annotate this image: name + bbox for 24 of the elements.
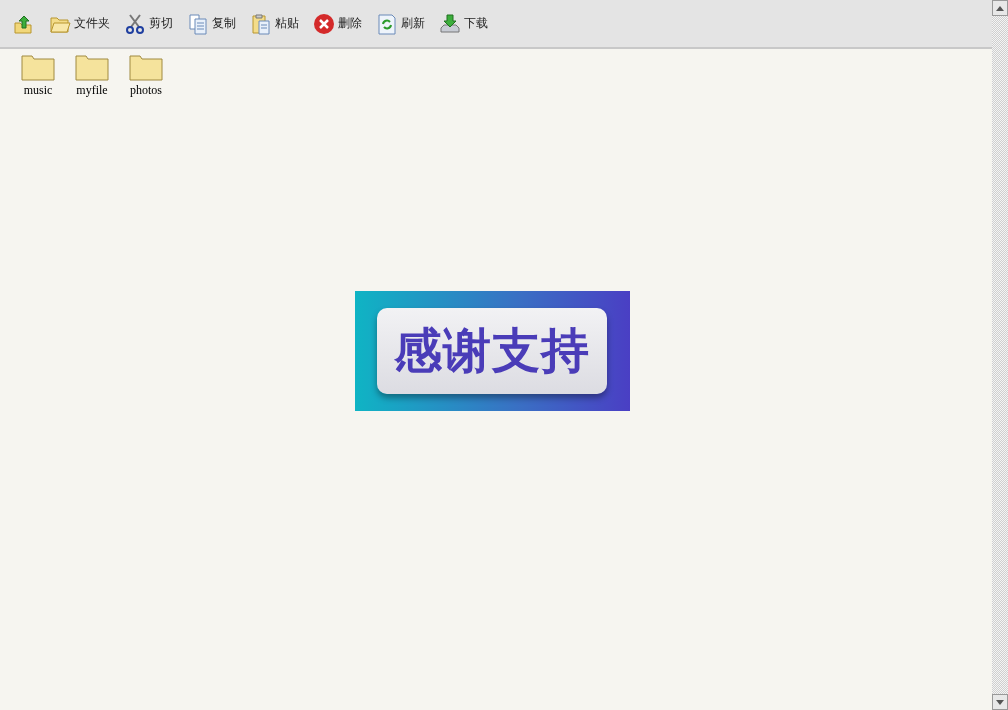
folder-button[interactable]: 文件夹 (46, 10, 113, 37)
copy-icon (187, 12, 209, 35)
down-triangle-icon (996, 699, 1004, 705)
up-triangle-icon (996, 5, 1004, 11)
delete-icon (313, 12, 335, 35)
delete-button[interactable]: 删除 (310, 10, 365, 37)
folder-icon[interactable] (129, 53, 163, 81)
copy-button[interactable]: 复制 (184, 10, 239, 37)
folder-icon[interactable] (75, 53, 109, 81)
refresh-icon (376, 12, 398, 35)
scissors-icon (124, 12, 146, 35)
folder-icon[interactable] (21, 53, 55, 81)
folder-name[interactable]: music (23, 83, 53, 98)
cut-button[interactable]: 剪切 (121, 10, 176, 37)
refresh-button[interactable]: 刷新 (373, 10, 428, 37)
banner-text: 感谢支持 (394, 321, 590, 380)
scroll-down-button[interactable] (992, 694, 1008, 710)
download-icon (439, 12, 461, 35)
folder-name[interactable]: myfile (76, 83, 108, 98)
download-button[interactable]: 下载 (436, 10, 491, 37)
paste-button[interactable]: 粘贴 (247, 10, 302, 37)
scroll-up-button[interactable] (992, 0, 1008, 16)
clipboard-icon (250, 12, 272, 35)
folder-name[interactable]: photos (130, 83, 162, 98)
